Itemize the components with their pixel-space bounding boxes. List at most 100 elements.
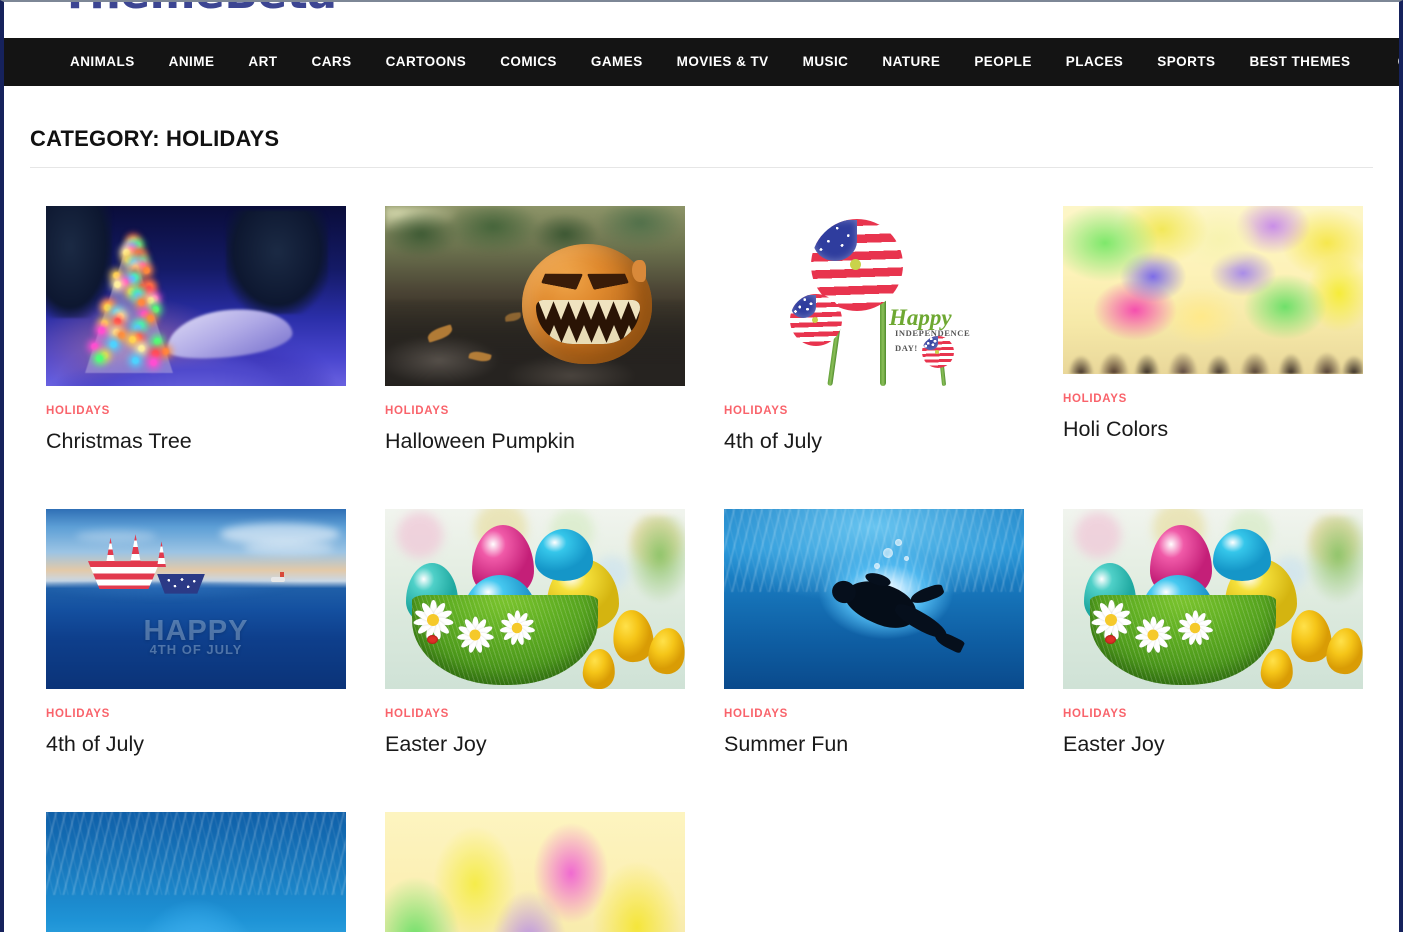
browser-window: ThemeBeta ANIMALS ANIME ART CARS CARTOON…	[0, 0, 1403, 932]
decor-tree-lights	[85, 238, 173, 373]
nav-item-people[interactable]: PEOPLE	[957, 38, 1048, 86]
post-category[interactable]: HOLIDAYS	[1063, 708, 1363, 720]
post-grid: HOLIDAYS Christmas Tree HOLIDAYS Hallowe…	[30, 168, 1373, 932]
decor-pumpkin-tooth	[583, 300, 599, 320]
post-card[interactable]	[385, 812, 685, 932]
search-icon[interactable]	[1397, 47, 1399, 77]
nav-item-art[interactable]: ART	[231, 38, 294, 86]
post-category[interactable]: HOLIDAYS	[46, 708, 346, 720]
post-category[interactable]: HOLIDAYS	[724, 708, 1024, 720]
nav-item-cartoons[interactable]: CARTOONS	[369, 38, 484, 86]
decor-tulip	[582, 648, 617, 689]
decor-boat-sail	[157, 541, 166, 567]
decor-pumpkin-tooth	[546, 325, 562, 344]
site-masthead: ThemeBeta	[4, 2, 1399, 38]
page-scroll-container[interactable]: ThemeBeta ANIMALS ANIME ART CARS CARTOON…	[4, 2, 1399, 932]
decor-pumpkin-tooth	[576, 325, 592, 344]
decor-bubble	[874, 563, 880, 569]
decor-flower-core	[935, 350, 939, 354]
decor-greenery	[613, 516, 685, 613]
content-area: CATEGORY: HOLIDAYS HOLIDAYS Christmas Tr…	[4, 86, 1399, 932]
post-card[interactable]: HOLIDAYS Holi Colors	[1063, 206, 1363, 455]
page-title: CATEGORY: HOLIDAYS	[30, 126, 1373, 152]
decor-pumpkin-eye	[541, 267, 583, 290]
decor-pumpkin-tooth	[591, 325, 607, 344]
decor-ladybug	[1105, 635, 1116, 644]
post-thumbnail-4th-of-july-flowers[interactable]: Happy INDEPENDENCE DAY!	[724, 206, 1024, 386]
post-title[interactable]: Holi Colors	[1063, 416, 1363, 443]
decor-pumpkin-tooth	[561, 325, 577, 344]
post-thumbnail-summer-fun-partial[interactable]	[46, 812, 346, 932]
post-card[interactable]: HOLIDAYS Christmas Tree	[46, 206, 346, 455]
nav-item-anime[interactable]: ANIME	[152, 38, 232, 86]
decor-bubble	[904, 556, 909, 561]
decor-cloud	[244, 541, 334, 555]
post-title[interactable]: Easter Joy	[385, 731, 685, 758]
post-card[interactable]: HOLIDAYS Easter Joy	[1063, 509, 1363, 758]
post-title[interactable]: 4th of July	[46, 731, 346, 758]
primary-navigation: ANIMALS ANIME ART CARS CARTOONS COMICS G…	[4, 38, 1399, 86]
decor-distant-boat-flag	[280, 572, 284, 577]
decor-greenery	[1291, 516, 1363, 613]
post-title[interactable]: Christmas Tree	[46, 428, 346, 455]
decor-daisy-center	[469, 629, 480, 640]
post-thumbnail-holi-colors-partial[interactable]	[385, 812, 685, 932]
nav-item-movies-tv[interactable]: MOVIES & TV	[660, 38, 786, 86]
nav-item-best-themes[interactable]: BEST THEMES	[1232, 38, 1367, 86]
post-title[interactable]: Halloween Pumpkin	[385, 428, 685, 455]
post-card[interactable]: HOLIDAYS Halloween Pumpkin	[385, 206, 685, 455]
decor-crowd-silhouette	[1063, 330, 1363, 374]
decor-bush	[226, 210, 328, 314]
nav-item-music[interactable]: MUSIC	[786, 38, 866, 86]
post-title[interactable]: Summer Fun	[724, 731, 1024, 758]
decor-boat-stars	[160, 575, 204, 593]
decor-pumpkin-mouth	[536, 300, 640, 344]
nav-item-sports[interactable]: SPORTS	[1140, 38, 1232, 86]
nav-item-games[interactable]: GAMES	[574, 38, 660, 86]
decor-daisy-center	[512, 622, 523, 633]
decor-cloud	[76, 530, 156, 542]
post-card[interactable]: HAPPY 4TH OF JULY HOLIDAYS 4th of July	[46, 509, 346, 758]
decor-pumpkin-tooth	[568, 300, 584, 320]
post-thumbnail-easter-joy[interactable]	[1063, 509, 1363, 689]
post-category[interactable]: HOLIDAYS	[1063, 393, 1363, 405]
decor-daisy-center	[1147, 629, 1158, 640]
post-title[interactable]: Easter Joy	[1063, 731, 1363, 758]
nav-item-places[interactable]: PLACES	[1049, 38, 1140, 86]
independence-day-line2: INDEPENDENCE	[895, 328, 970, 338]
post-thumbnail-halloween-pumpkin[interactable]	[385, 206, 685, 386]
decor-paper-boat	[88, 561, 160, 589]
post-category[interactable]: HOLIDAYS	[385, 708, 685, 720]
decor-ladybug	[427, 635, 438, 644]
post-title[interactable]: 4th of July	[724, 428, 1024, 455]
decor-daisy-center	[1190, 622, 1201, 633]
post-thumbnail-holi-colors[interactable]	[1063, 206, 1363, 374]
decor-daisy-center	[1105, 614, 1117, 626]
post-category[interactable]: HOLIDAYS	[724, 405, 1024, 417]
post-thumbnail-easter-joy[interactable]	[385, 509, 685, 689]
post-card[interactable]: HOLIDAYS Summer Fun	[724, 509, 1024, 758]
decor-pumpkin-tooth	[628, 300, 640, 320]
decor-diver-fin	[933, 629, 966, 654]
independence-day-greeting: Happy	[889, 305, 952, 331]
post-card[interactable]: HOLIDAYS Easter Joy	[385, 509, 685, 758]
post-category[interactable]: HOLIDAYS	[46, 405, 346, 417]
decor-pumpkin-tooth	[621, 325, 637, 344]
archive-header: CATEGORY: HOLIDAYS	[30, 86, 1373, 168]
decor-jack-o-lantern	[522, 244, 652, 364]
nav-item-animals[interactable]: ANIMALS	[53, 38, 152, 86]
post-card[interactable]	[46, 812, 346, 932]
post-thumbnail-summer-fun[interactable]	[724, 509, 1024, 689]
post-thumbnail-christmas-tree[interactable]	[46, 206, 346, 386]
nav-item-nature[interactable]: NATURE	[865, 38, 957, 86]
decor-flower-core	[850, 259, 861, 270]
post-thumbnail-4th-of-july-boat[interactable]: HAPPY 4TH OF JULY	[46, 509, 346, 689]
post-card[interactable]: Happy INDEPENDENCE DAY! HOLIDAYS 4th of …	[724, 206, 1024, 455]
decor-pumpkin-eye	[587, 267, 629, 290]
post-category[interactable]: HOLIDAYS	[385, 405, 685, 417]
decor-bokeh	[1075, 512, 1121, 558]
nav-item-cars[interactable]: CARS	[295, 38, 369, 86]
post-card-empty	[724, 812, 1024, 932]
site-logo[interactable]: ThemeBeta	[60, 2, 336, 19]
nav-item-comics[interactable]: COMICS	[483, 38, 574, 86]
